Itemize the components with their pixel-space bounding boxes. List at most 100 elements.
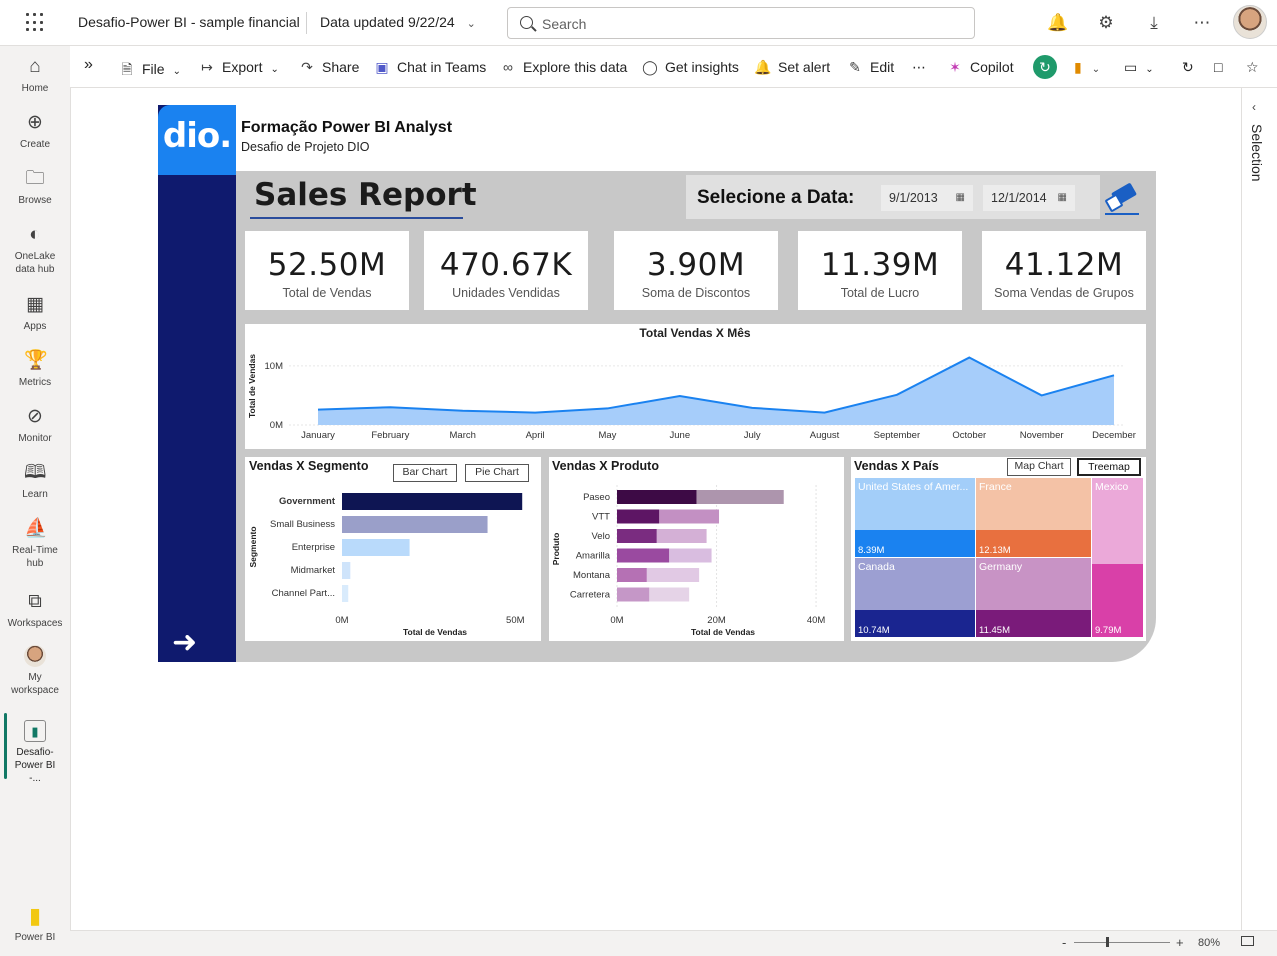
app-launcher-icon[interactable] [26, 13, 46, 33]
end-date-input[interactable]: 12/1/2014 ▦ [983, 185, 1075, 211]
comment-icon[interactable]: □ [1214, 59, 1222, 75]
export-menu[interactable]: ↦ Export ⌄ [198, 59, 279, 76]
book-icon: 🕮 [24, 462, 47, 483]
product-bar[interactable] [696, 490, 784, 504]
x-axis-label: Total de Vendas [691, 627, 755, 637]
explore-label: Explore this data [523, 59, 628, 75]
rail-item-report[interactable]: ▮ Desafio-Power BI -... [0, 720, 70, 785]
avatar[interactable] [1233, 5, 1267, 39]
powerbi-icon: ▮ [28, 903, 42, 928]
view-icon[interactable]: ▭ ⌄ [1124, 59, 1154, 76]
download-icon[interactable]: ⤓ [1143, 12, 1165, 34]
arrow-right-icon[interactable]: ➜ [172, 625, 197, 660]
gear-icon[interactable]: ⚙ [1095, 12, 1117, 34]
rail-item-onelake[interactable]: ◐ OneLake data hub [0, 224, 70, 276]
rail-item-monitor[interactable]: ⊘ Monitor [0, 406, 70, 445]
explore-button[interactable]: ∞ Explore this data [499, 59, 627, 75]
product-bar[interactable] [617, 490, 697, 504]
segment-bar[interactable] [342, 562, 351, 579]
set-alert-button[interactable]: 🔔 Set alert [754, 59, 830, 76]
rail-item-home[interactable]: ⌂ Home [0, 56, 70, 95]
bell-icon[interactable]: 🔔 [1047, 12, 1069, 34]
rail-item-metrics[interactable]: 🏆 Metrics [0, 350, 70, 389]
pencil-icon: ✎ [849, 59, 861, 75]
favorite-icon[interactable]: ☆ [1246, 59, 1259, 76]
search-input[interactable]: Search [507, 7, 975, 39]
product-sales-chart[interactable]: Vendas X Produto Produto Total de Vendas… [549, 457, 844, 641]
zoom-slider[interactable] [1074, 942, 1170, 943]
product-bar[interactable] [669, 548, 712, 563]
product-bar[interactable] [617, 568, 647, 582]
onelake-icon: ◐ [29, 224, 41, 245]
alert-label: Set alert [778, 59, 831, 75]
top-bar: Desafio-Power BI - sample financial Data… [0, 0, 1277, 46]
zoom-out-button[interactable]: - [1062, 935, 1066, 950]
segment-sales-chart[interactable]: Vendas X Segmento Bar Chart Pie Chart Se… [245, 457, 541, 641]
treemap-button[interactable]: Treemap [1077, 458, 1141, 476]
treemap-cell[interactable]: Canada 10.74M [855, 558, 975, 637]
product-bar[interactable] [617, 529, 657, 543]
reload-icon[interactable]: ↻ [1182, 59, 1194, 76]
more-icon[interactable]: ⋯ [1191, 12, 1213, 34]
monthly-sales-chart[interactable]: Total Vendas X Mês Total de Vendas 0M 10M… [245, 324, 1146, 449]
file-label: File [142, 61, 165, 77]
product-bar[interactable] [656, 529, 707, 543]
rail-item-apps[interactable]: ▦ Apps [0, 294, 70, 333]
powerbi-logo[interactable]: ▮ Power BI [0, 905, 70, 944]
segment-bar[interactable] [342, 539, 410, 556]
country-sales-treemap[interactable]: Vendas X País Map Chart Treemap United S… [851, 457, 1146, 641]
rail-item-learn[interactable]: 🕮 Learn [0, 462, 70, 501]
treemap-cell[interactable]: Mexico 9.79M [1092, 478, 1143, 637]
rail-item-realtime[interactable]: ⛵ Real-Time hub [0, 518, 70, 570]
data-updated-menu[interactable]: Data updated 9/22/24 ⌄ [320, 14, 476, 30]
rail-item-my-workspace[interactable]: My workspace [0, 645, 70, 697]
x-tick-label: 0M [335, 615, 348, 626]
zoom-in-button[interactable]: + [1176, 935, 1184, 950]
calendar-icon: ▦ [955, 192, 965, 203]
bookmark-icon[interactable]: ▮ ⌄ [1074, 59, 1100, 76]
segment-bar[interactable] [342, 585, 349, 602]
map-chart-button[interactable]: Map Chart [1007, 458, 1071, 476]
eraser-icon[interactable] [1103, 183, 1143, 215]
x-tick-label: December [1092, 430, 1136, 441]
chevron-down-icon: ⌄ [1145, 64, 1154, 75]
chat-in-teams-button[interactable]: ▣ Chat in Teams [373, 59, 486, 76]
copilot-icon: ✶ [949, 59, 961, 75]
rail-item-browse[interactable]: 🗀 Browse [0, 168, 70, 207]
rail-label: Browse [18, 195, 52, 206]
segment-bar[interactable] [342, 516, 488, 533]
workspaces-icon: ⧉ [28, 591, 42, 612]
more-options-icon[interactable]: ⋯ [912, 59, 926, 76]
segment-bar[interactable] [342, 493, 523, 510]
zoom-slider-thumb[interactable] [1106, 937, 1109, 947]
refresh-visual-icon[interactable]: ↻ [1033, 55, 1057, 79]
edit-button[interactable]: ✎ Edit [846, 59, 894, 76]
fit-page-icon[interactable] [1241, 936, 1254, 946]
product-bar[interactable] [649, 587, 690, 602]
category-label: VTT [592, 512, 610, 523]
rail-item-workspaces[interactable]: ⧉ Workspaces [0, 591, 70, 630]
selection-pane[interactable]: ‹ [1241, 88, 1277, 930]
x-tick-label: 40M [807, 615, 826, 626]
category-label: Midmarket [291, 565, 336, 576]
x-tick-label: May [598, 430, 616, 441]
chevron-left-icon[interactable]: ‹ [1252, 100, 1256, 114]
product-bar[interactable] [659, 509, 720, 524]
product-bar[interactable] [646, 568, 700, 582]
search-placeholder: Search [542, 16, 587, 32]
expand-icon[interactable]: » [84, 56, 93, 74]
product-bar[interactable] [617, 587, 650, 602]
insights-button[interactable]: ◯ Get insights [641, 59, 739, 76]
file-menu[interactable]: 🗎 File ⌄ [118, 59, 181, 83]
start-date-input[interactable]: 9/1/2013 ▦ [881, 185, 973, 211]
product-bar[interactable] [617, 548, 670, 563]
product-bar[interactable] [617, 509, 660, 524]
category-label: Small Business [270, 519, 335, 530]
treemap-cell[interactable]: United States of Amer... 8.39M [855, 478, 975, 557]
treemap-cell[interactable]: France 12.13M [976, 478, 1091, 557]
share-button[interactable]: ↷ Share [298, 59, 359, 76]
trophy-icon: 🏆 [24, 350, 48, 371]
copilot-button[interactable]: ✶ Copilot [946, 59, 1013, 76]
rail-item-create[interactable]: ⊕ Create [0, 112, 70, 151]
treemap-cell[interactable]: Germany 11.45M [976, 558, 1091, 637]
